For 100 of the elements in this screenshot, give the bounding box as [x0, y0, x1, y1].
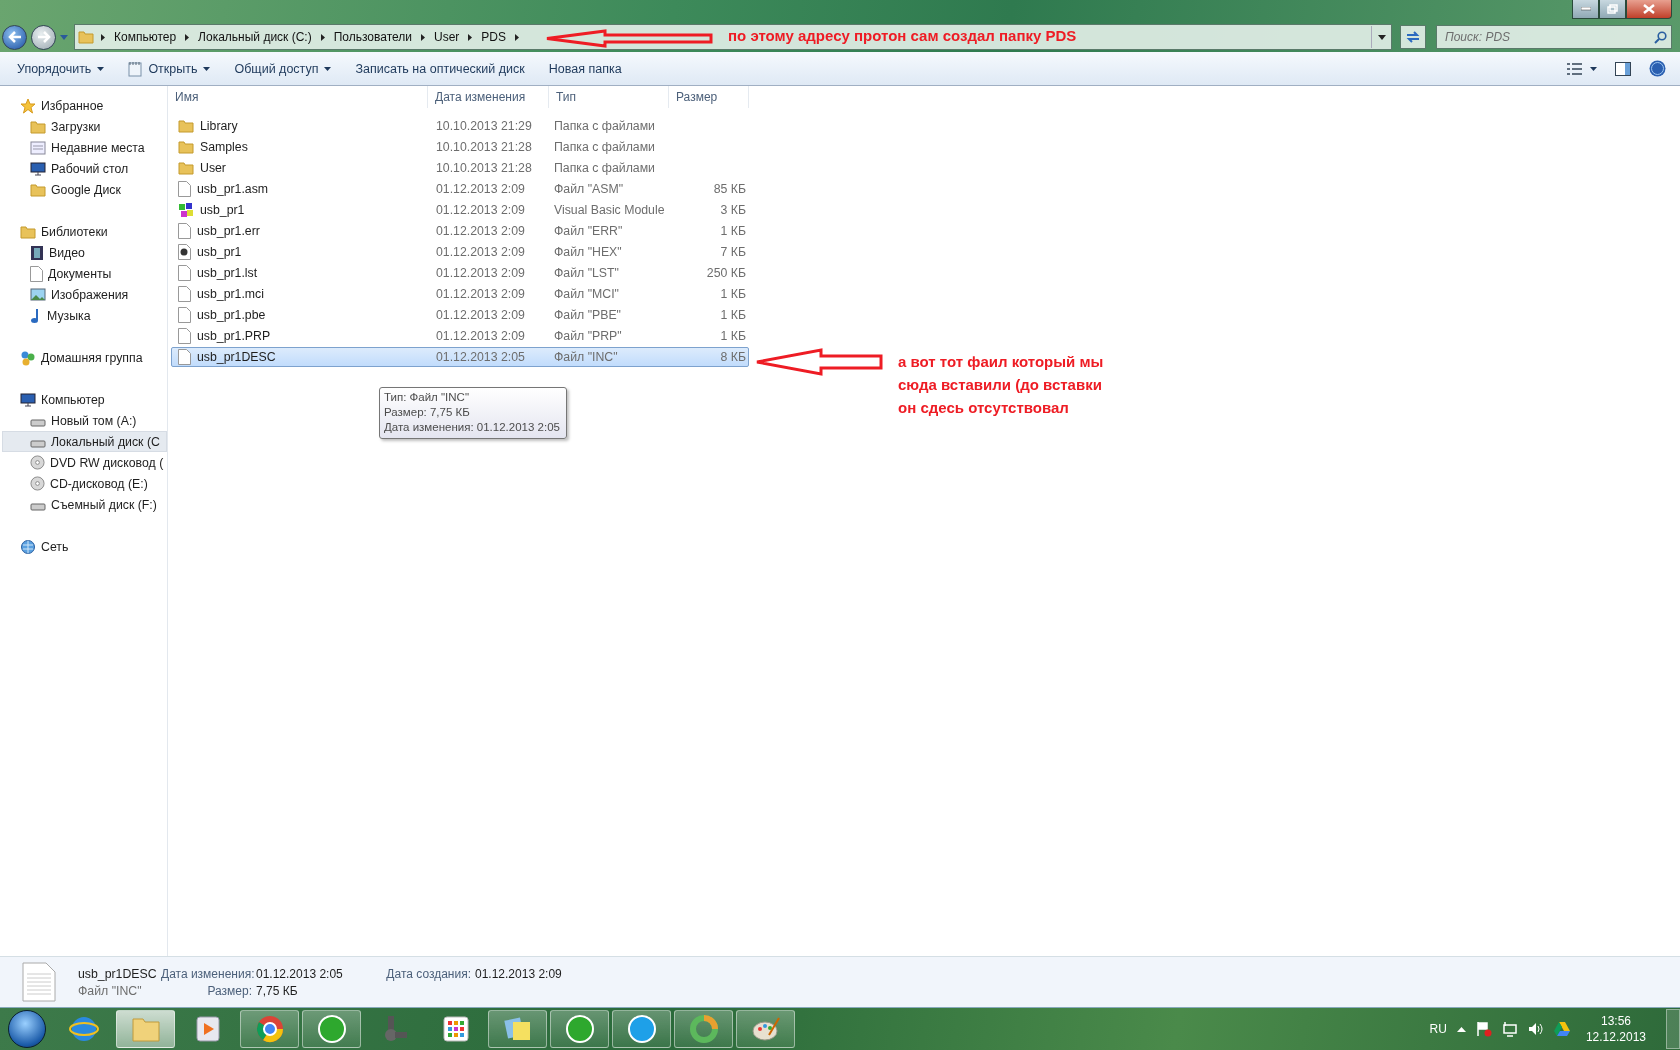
clock[interactable]: 13:56 12.12.2013	[1585, 1014, 1646, 1044]
star-icon	[20, 97, 36, 114]
sidebar-item[interactable]: Видео	[0, 242, 167, 263]
taskbar-button[interactable]	[674, 1010, 733, 1048]
breadcrumb[interactable]: Пользователи	[331, 30, 414, 44]
folder-icon	[20, 224, 36, 239]
view-options-button[interactable]	[1565, 60, 1599, 77]
sidebar-item[interactable]: Библиотеки	[0, 221, 167, 242]
circle-icon	[316, 1014, 347, 1044]
file-row[interactable]: usb_pr1.err 01.12.2013 2:09 Файл "ERR" 1 КБ	[171, 221, 749, 241]
breadcrumb[interactable]: PDS	[479, 30, 509, 44]
help-button[interactable]	[1647, 58, 1668, 79]
sidebar-item[interactable]: Недавние места	[0, 137, 167, 158]
sidebar-item[interactable]: Google Диск	[0, 179, 167, 200]
file-row[interactable]: usb_pr1.PRP 01.12.2013 2:09 Файл "PRP" 1 КБ	[171, 326, 749, 346]
toolbar-menu-button[interactable]: Общий доступ	[225, 57, 341, 80]
date-cell: 10.10.2013 21:28	[436, 161, 532, 175]
squares-icon	[178, 202, 194, 218]
file-name: usb_pr1.lst	[197, 266, 258, 280]
sidebar-label: Google Диск	[51, 182, 121, 197]
preview-pane-button[interactable]	[1613, 59, 1633, 78]
document-icon	[178, 265, 191, 281]
breadcrumb[interactable]: User	[432, 30, 462, 44]
file-row[interactable]: Library 10.10.2013 21:29 Папка с файлами	[171, 116, 749, 136]
size-cell: 1 КБ	[720, 329, 746, 343]
taskbar-button[interactable]	[240, 1010, 299, 1048]
file-row[interactable]: usb_pr1.lst 01.12.2013 2:09 Файл "LST" 250 КБ	[171, 263, 749, 283]
sidebar-item[interactable]: Домашняя группа	[0, 347, 167, 368]
close-icon	[1643, 4, 1655, 14]
sidebar-item[interactable]: Сеть	[0, 536, 167, 557]
file-name: usb_pr1	[197, 245, 242, 259]
file-row[interactable]: usb_pr1.asm 01.12.2013 2:09 Файл "ASM" 85 КБ	[171, 179, 749, 199]
monitor-icon[interactable]	[1501, 1021, 1518, 1037]
file-row[interactable]: usb_pr1DESC 01.12.2013 2:05 Файл "INC" 8 КБ	[171, 347, 749, 367]
sidebar-label: Избранное	[41, 98, 104, 113]
breadcrumb[interactable]: Компьютер	[112, 30, 179, 44]
sidebar-item[interactable]: Съемный диск (F:)	[0, 494, 167, 515]
document-icon	[178, 223, 191, 239]
sidebar-item[interactable]: Локальный диск (C	[2, 431, 167, 452]
sidebar-label: Новый том (A:)	[51, 413, 137, 428]
grid-icon	[442, 1016, 469, 1042]
file-name: usb_pr1	[200, 203, 245, 217]
file-row[interactable]: usb_pr1.pbe 01.12.2013 2:09 Файл "PBE" 1 КБ	[171, 305, 749, 325]
file-name: User	[200, 161, 226, 175]
sidebar-item[interactable]: Музыка	[0, 305, 167, 326]
refresh-button[interactable]	[1400, 25, 1426, 49]
triangle-icon[interactable]	[1553, 1022, 1570, 1036]
maximize-button[interactable]	[1599, 0, 1626, 19]
file-row[interactable]: usb_pr1 01.12.2013 2:09 Файл "HEX" 7 КБ	[171, 242, 749, 262]
sidebar-item[interactable]: Компьютер	[0, 389, 167, 410]
minimize-button[interactable]	[1572, 0, 1599, 19]
toolbar-menu-button[interactable]: Открыть	[119, 56, 220, 81]
size-cell: 250 КБ	[706, 266, 746, 280]
size-cell: 8 КБ	[720, 350, 746, 364]
language-indicator[interactable]: RU	[1429, 1022, 1447, 1036]
search-field[interactable]: Поиск: PDS	[1436, 25, 1672, 49]
sidebar-item[interactable]: CD-дисковод (E:)	[0, 473, 167, 494]
taskbar-button[interactable]	[488, 1010, 547, 1048]
file-row[interactable]: Samples 10.10.2013 21:28 Папка с файлами	[171, 137, 749, 157]
document-icon	[178, 328, 191, 344]
taskbar-button[interactable]	[302, 1010, 361, 1048]
clock-time: 13:56	[1600, 1014, 1631, 1028]
sidebar-item[interactable]: Рабочий стол	[0, 158, 167, 179]
sidebar-item[interactable]: Изображения	[0, 284, 167, 305]
file-row[interactable]: usb_pr1.mci 01.12.2013 2:09 Файл "MCI" 1 КБ	[171, 284, 749, 304]
sidebar-item[interactable]: DVD RW дисковод (	[0, 452, 167, 473]
file-name: usb_pr1.asm	[197, 182, 269, 196]
toolbar-button[interactable]: Записать на оптический диск	[346, 57, 534, 80]
monitor-icon	[20, 392, 36, 407]
caret-icon[interactable]	[1456, 1026, 1466, 1032]
file-row[interactable]: usb_pr1 01.12.2013 2:09 Visual Basic Module 3 КБ	[171, 200, 749, 220]
toolbar-button[interactable]: Новая папка	[539, 57, 631, 80]
taskbar-button[interactable]	[550, 1010, 609, 1048]
circle-icon	[626, 1014, 657, 1044]
field-value: 01.12.2013 2:09	[474, 966, 562, 981]
folder-icon	[30, 182, 46, 197]
taskbar-button[interactable]	[612, 1010, 671, 1048]
sidebar-item[interactable]: Избранное	[0, 95, 167, 116]
sidebar-label: Сеть	[41, 539, 69, 554]
caret-icon	[97, 66, 105, 71]
close-button[interactable]	[1626, 0, 1672, 19]
taskbar-button[interactable]	[736, 1010, 795, 1048]
forward-button[interactable]	[31, 24, 56, 50]
flag-icon[interactable]	[1475, 1021, 1492, 1037]
toolbar-menu-button[interactable]: Упорядочить	[8, 57, 114, 80]
sidebar-item[interactable]: Загрузки	[0, 116, 167, 137]
speaker-icon[interactable]	[1527, 1022, 1544, 1036]
sidebar-item[interactable]: Документы	[0, 263, 167, 284]
sidebar-item[interactable]: Новый том (A:)	[0, 410, 167, 431]
column-header[interactable]: Имя	[168, 86, 428, 108]
type-cell: Папка с файлами	[554, 119, 655, 133]
back-button[interactable]	[2, 24, 27, 50]
file-name: usb_pr1DESC	[197, 350, 276, 364]
breadcrumb[interactable]: Локальный диск (C:)	[196, 30, 314, 44]
column-header[interactable]: Тип	[549, 86, 669, 108]
file-row[interactable]: User 10.10.2013 21:28 Папка с файлами	[171, 158, 749, 178]
column-header[interactable]: Размер	[669, 86, 749, 108]
column-header[interactable]: Дата изменения	[428, 86, 549, 108]
size-cell: 3 КБ	[720, 203, 746, 217]
triangle-icon	[320, 33, 325, 41]
